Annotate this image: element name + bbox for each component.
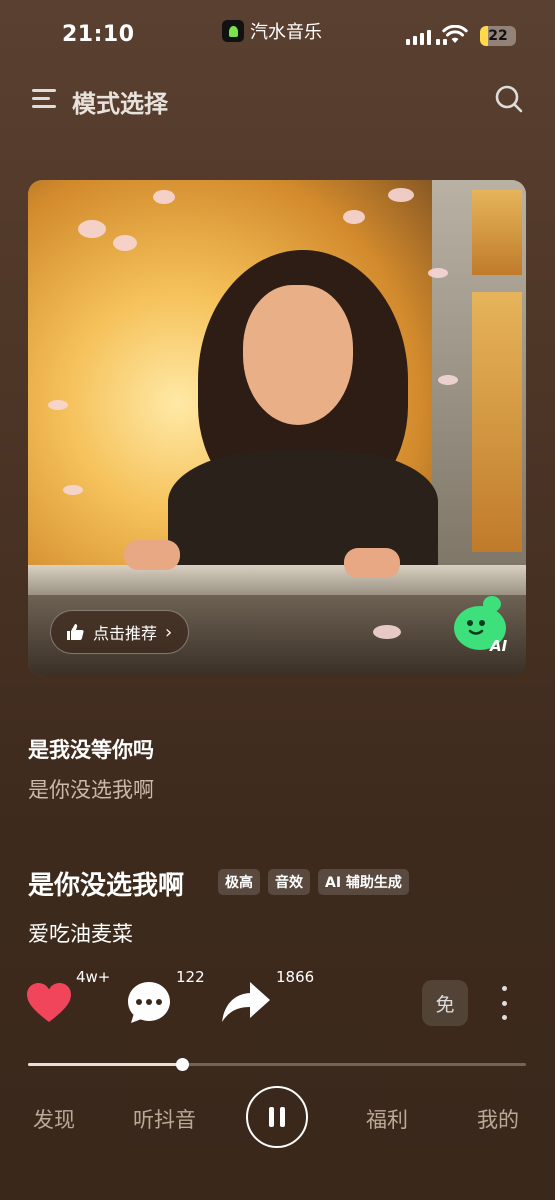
tag-quality[interactable]: 极高 [218, 869, 260, 895]
share-button[interactable]: 1866 [220, 968, 314, 1026]
progress-knob[interactable] [176, 1058, 190, 1071]
app-logo-icon [222, 20, 244, 42]
progress-fill [28, 1063, 183, 1066]
mode-select-title[interactable]: 模式选择 [72, 84, 168, 119]
recommend-button[interactable]: 点击推荐 › [50, 610, 190, 654]
status-app-indicator: 汽水音乐 [222, 18, 322, 44]
like-count: 4w+ [76, 968, 111, 986]
tag-ai-generated[interactable]: AI 辅助生成 [318, 869, 409, 895]
thumbs-up-icon [67, 624, 84, 640]
lyric-current[interactable]: 是我没等你吗 [28, 734, 154, 764]
like-button[interactable]: 4w+ [26, 968, 110, 1024]
more-options-icon[interactable] [498, 986, 510, 1020]
song-tags: 极高 音效 AI 辅助生成 [218, 869, 409, 895]
comment-button[interactable]: 122 [126, 968, 205, 1026]
heart-icon [27, 983, 71, 1022]
nav-welfare[interactable]: 福利 [366, 1104, 408, 1134]
lyric-next[interactable]: 是你没选我啊 [28, 774, 154, 804]
pause-button[interactable] [246, 1086, 308, 1148]
nav-mine[interactable]: 我的 [477, 1104, 519, 1134]
pause-icon [269, 1107, 274, 1127]
battery-icon: 22 [480, 26, 516, 46]
wifi-icon [442, 25, 468, 43]
search-icon[interactable] [494, 84, 524, 114]
status-time: 21:10 [62, 22, 135, 47]
progress-bar[interactable] [28, 1058, 526, 1071]
menu-button[interactable] [32, 86, 58, 112]
svg-text:AI: AI [489, 637, 508, 655]
ai-assistant-icon[interactable]: AI [448, 590, 514, 656]
cellular-signal-icon [406, 30, 447, 45]
nav-discover[interactable]: 发现 [33, 1104, 75, 1134]
share-count: 1866 [276, 968, 315, 986]
battery-level: 22 [488, 28, 508, 44]
free-listen-button[interactable]: 免 [422, 980, 468, 1026]
share-icon [222, 982, 270, 1022]
nav-douyin[interactable]: 听抖音 [133, 1104, 196, 1134]
chevron-right-icon: › [165, 621, 173, 643]
song-title[interactable]: 是你没选我啊 [28, 865, 184, 902]
comment-count: 122 [176, 968, 205, 986]
comment-icon [128, 982, 170, 1023]
status-app-name: 汽水音乐 [250, 22, 322, 43]
artist-name[interactable]: 爱吃油麦菜 [28, 918, 133, 948]
recommend-label: 点击推荐 [93, 624, 158, 643]
tag-sound-effect[interactable]: 音效 [268, 869, 310, 895]
